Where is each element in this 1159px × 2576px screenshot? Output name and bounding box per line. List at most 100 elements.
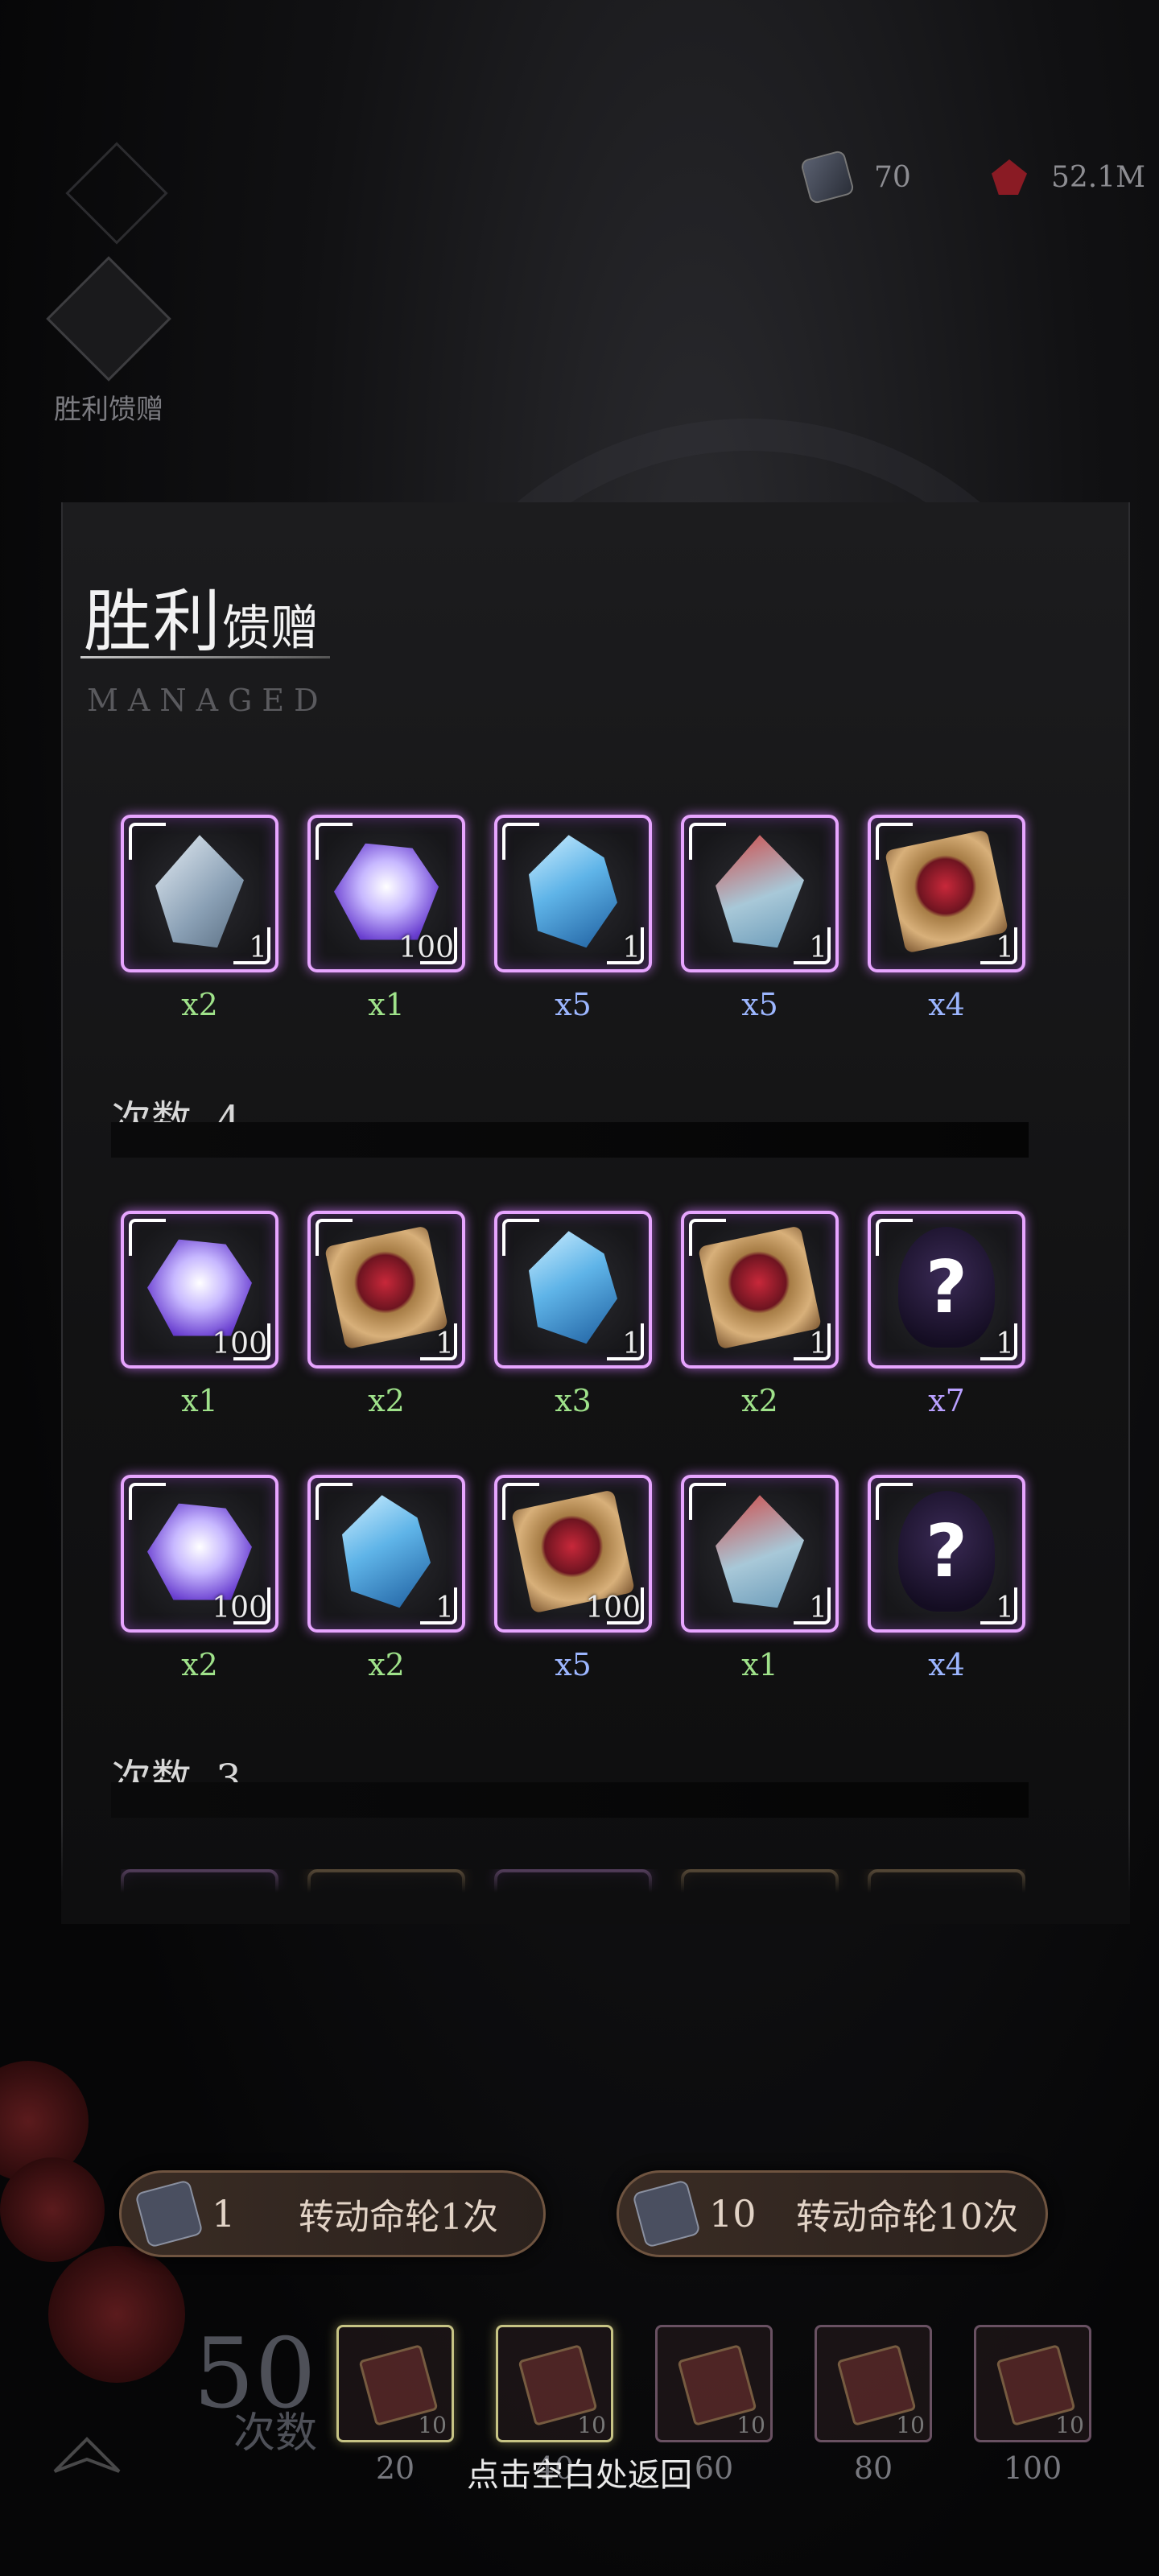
reward-multiplier: x7 [928,1383,965,1418]
reward-card[interactable]: 1 [307,1475,465,1633]
resource-crystal-value: 52.1M [1051,160,1146,194]
reward-cell: ? 1 x4 [868,1475,1025,1682]
panel-title: 胜利馈赠 [84,568,319,665]
milestone-reward-card[interactable]: 10 [655,2325,773,2442]
reward-multiplier: x4 [928,1647,965,1682]
prism-gem-icon [147,1239,252,1336]
reward-card[interactable]: 1 [494,1211,652,1368]
milestone-quantity: 10 [736,2412,765,2438]
reward-cell: 1 x5 [681,815,839,1022]
reward-multiplier: x5 [555,987,592,1022]
reward-multiplier: x2 [181,987,218,1022]
reward-card[interactable]: 100 [307,815,465,972]
reward-multiplier: x5 [741,987,778,1022]
reward-cell: 1 x5 [494,815,652,1022]
spin-ten-cost: 10 [709,2192,757,2235]
reward-multiplier: x2 [181,1647,218,1682]
spin-once-cost: 1 [212,2192,236,2235]
reward-multiplier: x1 [368,987,405,1022]
reward-cell: 100 x5 [494,1475,652,1682]
reward-cell: 1 x3 [494,1211,652,1418]
reward-multiplier: x1 [181,1383,218,1418]
reward-multiplier: x4 [928,987,965,1022]
reward-cell: 1 x2 [681,1211,839,1418]
rose-decoration [0,2157,105,2262]
red-crystal-icon [992,159,1027,195]
side-badge-victory-gift[interactable]: 胜利馈赠 [40,256,177,427]
reward-cell: 1 x2 [307,1211,465,1418]
reward-multiplier: x3 [555,1383,592,1418]
ornate-book-icon [697,1225,823,1350]
reward-card[interactable]: ? 1 [868,1211,1025,1368]
reward-quantity: 1 [622,931,641,964]
milestone-quantity: 10 [577,2412,606,2438]
milestone-reward-card[interactable]: 10 [496,2325,613,2442]
blue-crystal-icon [529,835,617,948]
portrait-shard-silver-icon [155,835,244,948]
reward-quantity: 100 [398,931,454,964]
reward-quantity: 1 [435,1327,454,1360]
reward-cell: 1 x1 [681,1475,839,1682]
ornate-book-icon [510,1489,636,1614]
panel-fade [61,1819,1130,1924]
top-reward-row: 1 x2 100 x1 1 x5 1 x5 1 x4 [121,815,1025,1022]
reward-quantity: 1 [996,931,1014,964]
reward-row: 100 x2 1 x2 100 x5 1 x1? 1 x4 [121,1475,1025,1682]
panel-subtitle: MANAGED [87,683,328,718]
reward-card[interactable]: 1 [681,1211,839,1368]
spin-once-label: 转动命轮1次 [299,2197,498,2238]
spin-ten-button[interactable]: 10 转动命轮10次 [617,2170,1048,2257]
reward-card[interactable]: 1 [868,815,1025,972]
reward-cell: ? 1 x7 [868,1211,1025,1418]
reward-card[interactable]: 1 [494,815,652,972]
reward-card[interactable]: 100 [121,1211,278,1368]
reward-multiplier: x2 [368,1647,405,1682]
resource-ticket: 70 [799,149,911,205]
ticket-book-icon [799,149,856,205]
reward-row: 100 x1 1 x2 1 x3 1 x2? 1 x7 [121,1211,1025,1418]
reward-card[interactable]: 100 [494,1475,652,1633]
milestone-reward-card[interactable]: 10 [974,2325,1091,2442]
reward-card[interactable]: 100 [121,1475,278,1633]
title-main: 胜利 [84,582,223,661]
reward-card[interactable]: 1 [681,815,839,972]
reward-quantity: 100 [585,1591,641,1624]
spin-ten-label: 转动命轮10次 [796,2197,1018,2238]
milestone-reward-card[interactable]: 10 [336,2325,454,2442]
ornate-book-icon [884,829,1009,954]
milestone-quantity: 10 [418,2412,447,2438]
resource-ticket-value: 70 [874,160,911,194]
reward-multiplier: x5 [555,1647,592,1682]
reward-cell: 1 x2 [307,1475,465,1682]
reward-quantity: 1 [809,1591,827,1624]
reward-card[interactable]: ? 1 [868,1475,1025,1633]
reward-card[interactable]: 1 [681,1475,839,1633]
reward-quantity: 100 [212,1591,267,1624]
mystery-silhouette-icon: ? [898,1491,995,1612]
rose-decoration [48,2246,185,2383]
ornate-book-icon [324,1225,449,1350]
reward-multiplier: x1 [741,1647,778,1682]
resource-crystal: 52.1M [992,149,1145,205]
title-underline [80,656,330,658]
milestone-quantity: 10 [896,2412,925,2438]
reward-card[interactable]: 1 [307,1211,465,1368]
reward-cell: 100 x1 [121,1211,278,1418]
side-badge-label: 胜利馈赠 [54,394,163,426]
chest-icon [46,256,171,382]
milestone-quantity: 10 [1055,2412,1084,2438]
prism-gem-icon [147,1503,252,1600]
spin-once-button[interactable]: 1 转动命轮1次 [119,2170,546,2257]
milestone-reward-card[interactable]: 10 [815,2325,932,2442]
blue-crystal-icon [529,1231,617,1344]
portrait-shard-red-hair-icon [716,1495,804,1608]
reward-quantity: 100 [212,1327,267,1360]
reward-card[interactable]: 1 [121,815,278,972]
tap-to-return-hint[interactable]: 点击空白处返回 [0,2449,1159,2496]
reward-cell: 100 x2 [121,1475,278,1682]
reward-quantity: 1 [435,1591,454,1624]
ticket-book-icon [134,2179,204,2248]
reward-quantity: 1 [622,1327,641,1360]
reward-quantity: 1 [996,1591,1014,1624]
blue-crystal-icon [342,1495,431,1608]
